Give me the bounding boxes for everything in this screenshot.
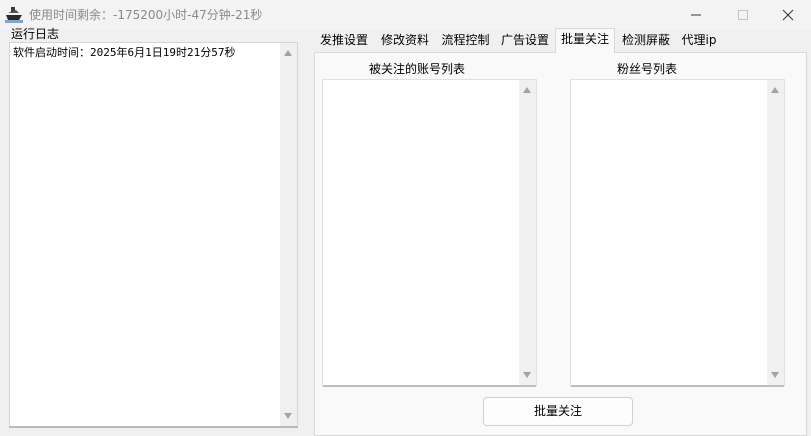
scroll-down-icon[interactable] — [284, 413, 292, 419]
followers-scrollbar[interactable] — [767, 80, 784, 385]
tab-detect-block[interactable]: 检测屏蔽 — [616, 30, 676, 52]
tab-batch-follow[interactable]: 批量关注 — [555, 28, 615, 53]
followed-accounts-label: 被关注的账号列表 — [369, 62, 466, 76]
log-textarea[interactable]: 软件启动时间：2025年6月1日19时21分57秒 — [9, 42, 298, 427]
log-hscroll-border — [9, 426, 298, 428]
log-scrollbar[interactable] — [280, 43, 297, 426]
scroll-down-icon[interactable] — [771, 372, 779, 378]
tab-tweet-settings[interactable]: 发推设置 — [314, 30, 374, 52]
minimize-button[interactable] — [673, 0, 719, 30]
title-bar: 使用时间剩余：-175200小时-47分钟-21秒 — [0, 0, 811, 30]
minimize-icon — [691, 14, 701, 16]
tab-proxy-ip[interactable]: 代理ip — [677, 30, 721, 52]
window-title: 使用时间剩余：-175200小时-47分钟-21秒 — [29, 8, 263, 22]
log-label: 运行日志 — [11, 27, 60, 41]
followers-label: 粉丝号列表 — [617, 62, 678, 76]
scroll-up-icon[interactable] — [523, 87, 531, 93]
scroll-up-icon[interactable] — [771, 87, 779, 93]
followed-accounts-list[interactable] — [322, 79, 537, 387]
log-line: 软件启动时间：2025年6月1日19时21分57秒 — [13, 46, 236, 59]
maximize-button[interactable] — [720, 0, 766, 30]
followed-accounts-scrollbar[interactable] — [519, 80, 536, 385]
close-button[interactable] — [765, 0, 811, 30]
followers-list[interactable] — [570, 79, 785, 387]
close-icon — [782, 9, 794, 21]
list-border — [323, 385, 536, 387]
maximize-icon — [738, 10, 748, 20]
tab-edit-profile[interactable]: 修改资料 — [375, 30, 435, 52]
scroll-down-icon[interactable] — [523, 372, 531, 378]
batch-follow-button[interactable]: 批量关注 — [483, 397, 633, 426]
ship-icon — [5, 5, 23, 23]
list-border — [571, 385, 784, 387]
tab-flow-control[interactable]: 流程控制 — [436, 30, 495, 52]
scroll-up-icon[interactable] — [284, 50, 292, 56]
tab-ad-settings[interactable]: 广告设置 — [496, 30, 554, 52]
